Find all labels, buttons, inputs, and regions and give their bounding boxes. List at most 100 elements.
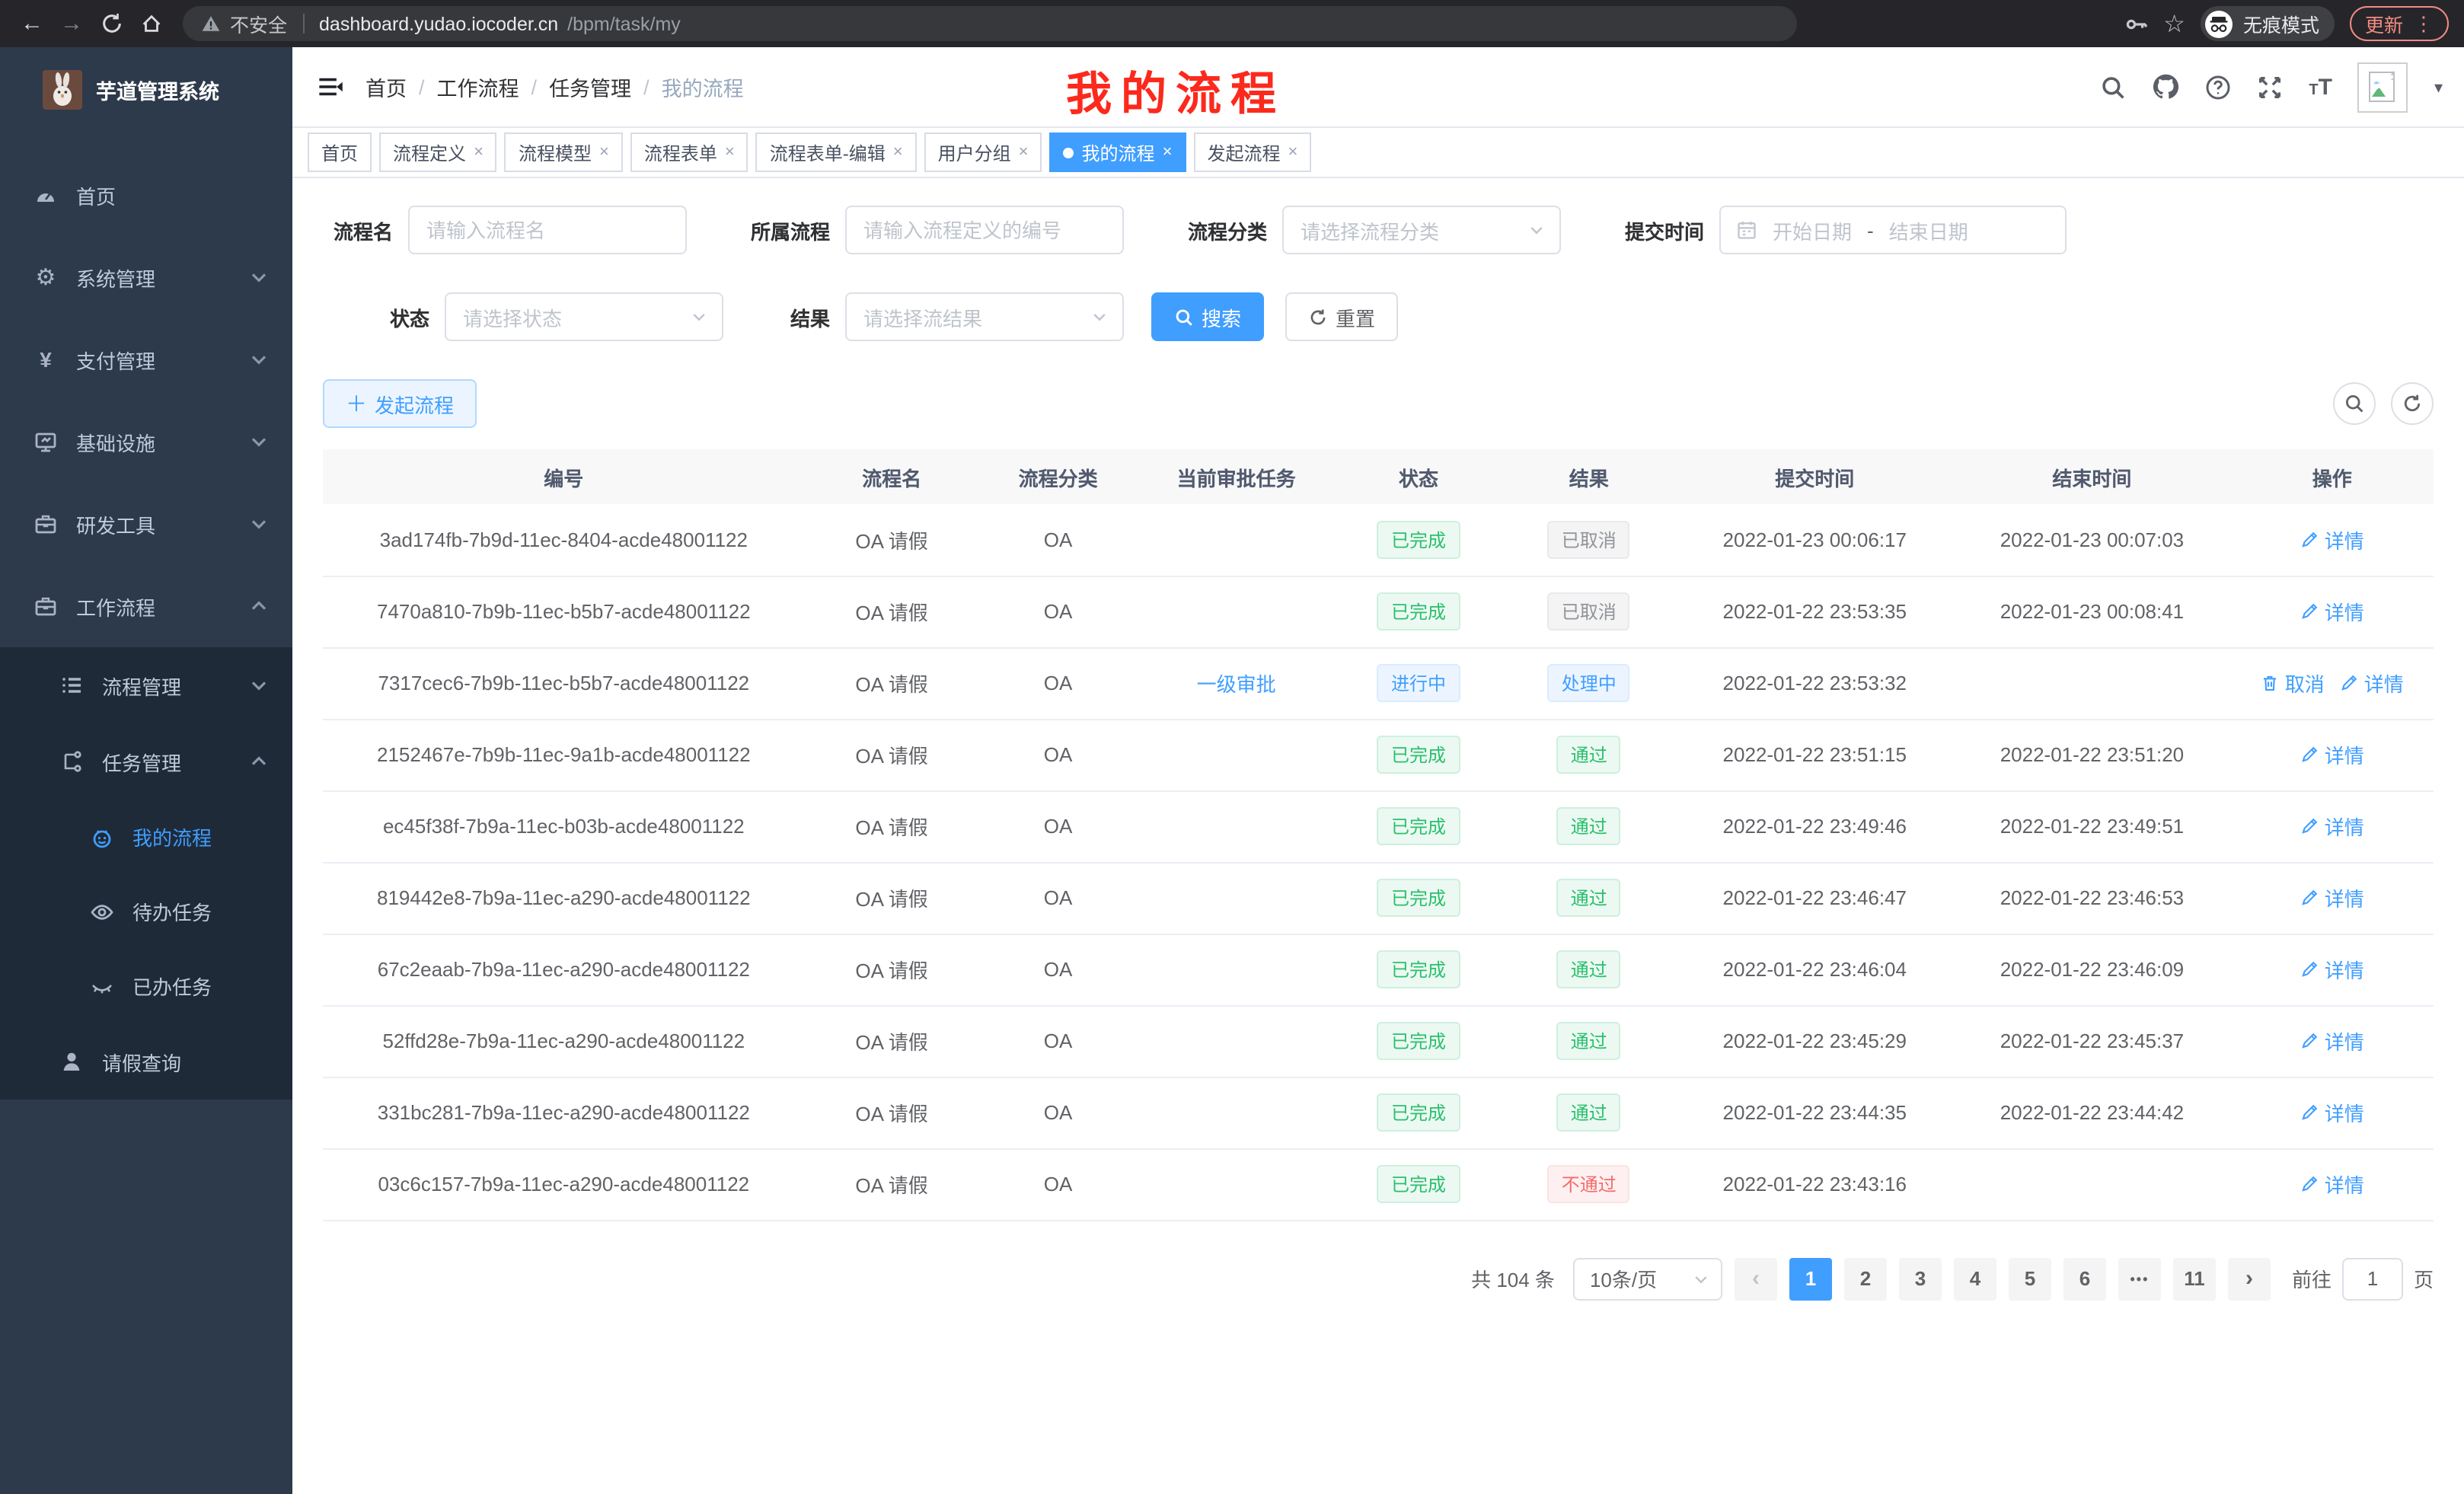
- page-buttons: 123456 ••• 11: [1789, 1257, 2216, 1300]
- tab-流程定义[interactable]: 流程定义×: [379, 132, 497, 172]
- detail-link[interactable]: 详情: [2300, 525, 2364, 554]
- avatar-caret-icon[interactable]: ▾: [2434, 77, 2443, 97]
- sidebar-item[interactable]: 请假查询: [0, 1023, 292, 1100]
- page-button[interactable]: 11: [2173, 1257, 2216, 1300]
- tab-流程表单-编辑[interactable]: 流程表单-编辑×: [756, 132, 917, 172]
- avatar[interactable]: [2358, 62, 2408, 112]
- filter-result-select[interactable]: 请选择流结果: [845, 292, 1124, 341]
- filter-status-select[interactable]: 请选择状态: [445, 292, 723, 341]
- refresh-table-button[interactable]: [2391, 382, 2434, 425]
- eye-closed-icon: [90, 974, 114, 998]
- filter-name-input[interactable]: [408, 206, 687, 254]
- cell-result: 通过: [1502, 790, 1676, 862]
- tab-流程模型[interactable]: 流程模型×: [505, 132, 623, 172]
- sidebar-item-label: 流程管理: [102, 671, 181, 700]
- toggle-search-button[interactable]: [2333, 382, 2376, 425]
- bookmark-star-icon[interactable]: ☆: [2163, 8, 2185, 39]
- tab-我的流程[interactable]: 我的流程×: [1050, 132, 1186, 172]
- status-badge: 已完成: [1377, 736, 1460, 774]
- create-process-button[interactable]: ＋ 发起流程: [323, 379, 477, 428]
- close-icon[interactable]: ×: [474, 143, 484, 161]
- tab-用户分组[interactable]: 用户分组×: [924, 132, 1042, 172]
- prev-page-button[interactable]: ‹: [1735, 1257, 1777, 1300]
- status-badge: 已完成: [1377, 521, 1460, 559]
- page-button[interactable]: 3: [1899, 1257, 1942, 1300]
- page-size-select[interactable]: 10条/页: [1573, 1257, 1722, 1300]
- filter-time-range[interactable]: 开始日期 - 结束日期: [1719, 206, 2067, 254]
- close-icon[interactable]: ×: [1019, 143, 1029, 161]
- breadcrumb-item[interactable]: 工作流程: [437, 72, 519, 102]
- browser-forward-button[interactable]: →: [55, 7, 88, 40]
- detail-link[interactable]: 详情: [2300, 1098, 2364, 1127]
- close-icon[interactable]: ×: [1163, 143, 1173, 161]
- browser-menu-icon[interactable]: ⋮: [2414, 11, 2434, 36]
- browser-update-button[interactable]: 更新 ⋮: [2350, 6, 2449, 41]
- browser-home-button[interactable]: [134, 7, 168, 40]
- tab-发起流程[interactable]: 发起流程×: [1193, 132, 1311, 172]
- screen: ← → 不安全 dashboard.yudao.iocoder.cn/bpm/t…: [0, 0, 2464, 1494]
- close-icon[interactable]: ×: [893, 143, 903, 161]
- sidebar-item[interactable]: 已办任务: [0, 949, 292, 1023]
- yen-icon: ¥: [34, 347, 58, 372]
- sidebar-item[interactable]: 研发工具: [0, 483, 292, 565]
- font-size-icon[interactable]: TT: [2309, 74, 2332, 100]
- incognito-icon: [2204, 8, 2234, 39]
- tab-流程表单[interactable]: 流程表单×: [630, 132, 748, 172]
- chevron-down-icon: [247, 673, 271, 698]
- page-button[interactable]: 2: [1844, 1257, 1887, 1300]
- breadcrumb-item[interactable]: 任务管理: [549, 72, 631, 102]
- sidebar-fold-icon[interactable]: [314, 70, 347, 104]
- fullscreen-icon[interactable]: [2257, 74, 2283, 100]
- sidebar-item[interactable]: ¥支付管理: [0, 318, 292, 401]
- detail-link[interactable]: 详情: [2300, 740, 2364, 769]
- reset-button[interactable]: 重置: [1285, 292, 1398, 341]
- filter-category-select[interactable]: 请选择流程分类: [1282, 206, 1561, 254]
- detail-link[interactable]: 详情: [2300, 812, 2364, 841]
- sidebar-item[interactable]: 任务管理: [0, 723, 292, 800]
- sidebar-item[interactable]: 待办任务: [0, 874, 292, 949]
- sidebar-item[interactable]: 首页: [0, 154, 292, 236]
- close-icon[interactable]: ×: [599, 143, 609, 161]
- page-button[interactable]: 5: [2009, 1257, 2051, 1300]
- detail-link[interactable]: 详情: [2300, 883, 2364, 912]
- status-badge: 已完成: [1377, 1093, 1460, 1132]
- close-icon[interactable]: ×: [1288, 143, 1297, 161]
- detail-link[interactable]: 详情: [2300, 1170, 2364, 1199]
- cell-result: 通过: [1502, 719, 1676, 790]
- sidebar-item[interactable]: 我的流程: [0, 800, 292, 874]
- page-button[interactable]: 6: [2063, 1257, 2106, 1300]
- tab-首页[interactable]: 首页: [308, 132, 372, 172]
- page-button[interactable]: 1: [1789, 1257, 1832, 1300]
- address-bar[interactable]: 不安全 dashboard.yudao.iocoder.cn/bpm/task/…: [183, 6, 1797, 41]
- key-icon[interactable]: [2124, 11, 2148, 36]
- sidebar-item[interactable]: 基础设施: [0, 401, 292, 483]
- cancel-link[interactable]: 取消: [2261, 669, 2325, 698]
- breadcrumb-item[interactable]: 首页: [365, 72, 407, 102]
- range-end-placeholder: 结束日期: [1889, 215, 1968, 244]
- search-icon[interactable]: [2100, 74, 2126, 100]
- detail-link[interactable]: 详情: [2300, 1026, 2364, 1055]
- page-button[interactable]: 4: [1954, 1257, 1996, 1300]
- cell-submit-time: 2022-01-23 00:06:17: [1676, 504, 1953, 576]
- sidebar-item[interactable]: ⚙系统管理: [0, 236, 292, 318]
- app-logo[interactable]: 芋道管理系统: [0, 47, 292, 132]
- search-button[interactable]: 搜索: [1151, 292, 1264, 341]
- detail-link[interactable]: 详情: [2340, 669, 2404, 698]
- browser-reload-button[interactable]: [94, 7, 128, 40]
- edit-icon: [2300, 1174, 2320, 1194]
- sidebar-item[interactable]: 流程管理: [0, 647, 292, 723]
- next-page-button[interactable]: ›: [2228, 1257, 2271, 1300]
- close-icon[interactable]: ×: [725, 143, 735, 161]
- briefcase-icon: [34, 594, 58, 618]
- robot-icon: [90, 825, 114, 849]
- goto-page-input[interactable]: [2342, 1257, 2403, 1300]
- filter-definition-input[interactable]: [845, 206, 1124, 254]
- page-ellipsis[interactable]: •••: [2118, 1257, 2161, 1300]
- detail-link[interactable]: 详情: [2300, 597, 2364, 626]
- sidebar-item[interactable]: 工作流程: [0, 565, 292, 647]
- detail-link[interactable]: 详情: [2300, 955, 2364, 984]
- help-icon[interactable]: [2205, 74, 2231, 100]
- task-link[interactable]: 一级审批: [1197, 669, 1276, 698]
- github-icon[interactable]: [2152, 73, 2179, 101]
- browser-back-button[interactable]: ←: [15, 7, 49, 40]
